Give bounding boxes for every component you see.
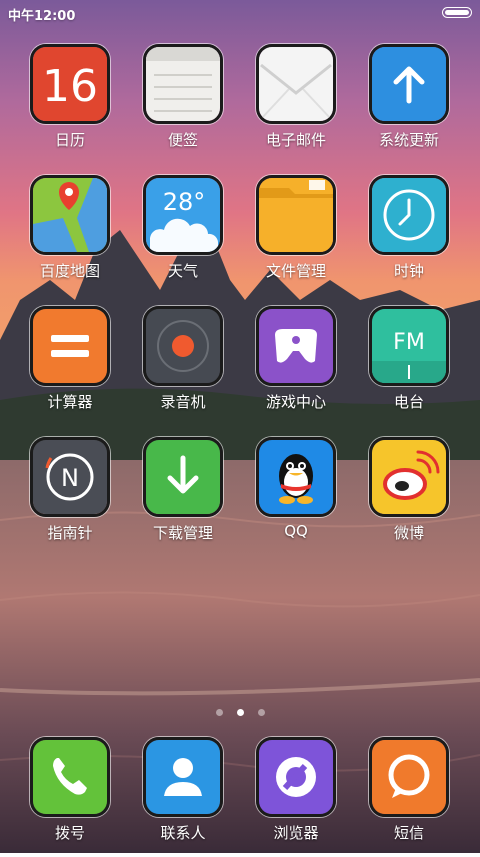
app-file-manager[interactable]: 文件管理 bbox=[246, 175, 346, 295]
app-qq[interactable]: QQ bbox=[246, 437, 346, 557]
app-notes[interactable]: 便签 bbox=[133, 44, 233, 164]
app-label: 计算器 bbox=[47, 393, 93, 411]
app-label: 联系人 bbox=[160, 824, 206, 842]
app-label: 百度地图 bbox=[39, 262, 100, 280]
battery-icon bbox=[442, 7, 472, 18]
notes-icon bbox=[143, 44, 223, 124]
app-label: 游戏中心 bbox=[265, 393, 326, 411]
app-system-update[interactable]: 系统更新 bbox=[359, 44, 459, 164]
page-dot-active[interactable] bbox=[236, 709, 244, 716]
radio-icon: FM bbox=[369, 306, 449, 386]
map-pin-icon bbox=[30, 175, 110, 255]
dock-browser[interactable]: 浏览器 bbox=[246, 737, 346, 857]
clock-icon bbox=[369, 175, 449, 255]
recorder-icon bbox=[143, 306, 223, 386]
app-label: 电子邮件 bbox=[265, 131, 326, 149]
weibo-icon bbox=[369, 437, 449, 517]
download-icon bbox=[143, 437, 223, 517]
app-label: 时钟 bbox=[393, 262, 424, 280]
dock-messages[interactable]: 短信 bbox=[359, 737, 459, 857]
app-label: 天气 bbox=[167, 262, 198, 280]
app-download-manager[interactable]: 下载管理 bbox=[133, 437, 233, 557]
app-baidu-map[interactable]: 百度地图 bbox=[20, 175, 120, 295]
contacts-icon bbox=[143, 737, 223, 817]
phone-icon bbox=[30, 737, 110, 817]
calendar-icon: 16 bbox=[30, 44, 110, 124]
gamepad-icon bbox=[256, 306, 336, 386]
app-label: 短信 bbox=[393, 824, 424, 842]
folder-icon bbox=[256, 175, 336, 255]
app-label: 微博 bbox=[393, 524, 424, 542]
svg-text:N: N bbox=[61, 464, 79, 492]
calculator-icon bbox=[30, 306, 110, 386]
app-label: 便签 bbox=[167, 131, 198, 149]
status-time: 中午12:00 bbox=[8, 9, 76, 24]
app-label: QQ bbox=[284, 522, 308, 540]
app-recorder[interactable]: 录音机 bbox=[133, 306, 233, 426]
page-indicator bbox=[0, 701, 480, 716]
status-bar: 中午12:00 bbox=[0, 0, 480, 26]
mail-icon bbox=[256, 44, 336, 124]
app-label: 浏览器 bbox=[273, 824, 319, 842]
app-label: 下载管理 bbox=[152, 524, 213, 542]
app-label: 日历 bbox=[54, 131, 85, 149]
app-label: 拨号 bbox=[54, 824, 85, 842]
page-dot[interactable] bbox=[215, 709, 223, 716]
app-clock[interactable]: 时钟 bbox=[359, 175, 459, 295]
page-dot[interactable] bbox=[257, 709, 265, 716]
dock-contacts[interactable]: 联系人 bbox=[133, 737, 233, 857]
app-label: 文件管理 bbox=[265, 262, 326, 280]
app-mail[interactable]: 电子邮件 bbox=[246, 44, 346, 164]
app-label: 电台 bbox=[393, 393, 424, 411]
svg-text:28°: 28° bbox=[163, 188, 206, 216]
dock-phone[interactable]: 拨号 bbox=[20, 737, 120, 857]
app-label: 录音机 bbox=[160, 393, 206, 411]
app-game-center[interactable]: 游戏中心 bbox=[246, 306, 346, 426]
qq-penguin-icon bbox=[256, 437, 336, 517]
svg-text:FM: FM bbox=[393, 330, 425, 355]
browser-icon bbox=[256, 737, 336, 817]
message-icon bbox=[369, 737, 449, 817]
app-weather[interactable]: 28° 天气 bbox=[133, 175, 233, 295]
weather-cloud-icon: 28° bbox=[143, 175, 223, 255]
app-compass[interactable]: N 指南针 bbox=[20, 437, 120, 557]
app-radio[interactable]: FM 电台 bbox=[359, 306, 459, 426]
app-weibo[interactable]: 微博 bbox=[359, 437, 459, 557]
app-label: 指南针 bbox=[47, 524, 93, 542]
app-calculator[interactable]: 计算器 bbox=[20, 306, 120, 426]
svg-text:16: 16 bbox=[42, 61, 98, 112]
app-calendar[interactable]: 16 日历 bbox=[20, 44, 120, 164]
update-arrow-icon bbox=[369, 44, 449, 124]
app-label: 系统更新 bbox=[378, 131, 439, 149]
compass-icon: N bbox=[30, 437, 110, 517]
